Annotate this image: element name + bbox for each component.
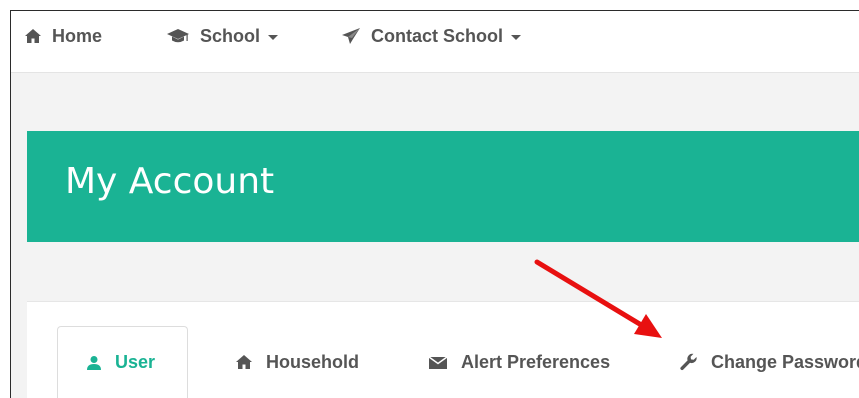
nav-contact-school-dropdown[interactable]: Contact School (341, 11, 522, 61)
chevron-down-icon (511, 34, 522, 40)
page-header-banner: My Account (27, 131, 859, 242)
envelope-icon (428, 355, 448, 370)
paper-plane-icon (341, 27, 361, 45)
wrench-icon (680, 353, 698, 371)
tab-user[interactable]: User (57, 326, 188, 398)
tab-alerts-label: Alert Preferences (461, 351, 611, 372)
tab-password-label: Change Password (711, 351, 859, 372)
app-window: Home School Contact School My Account Us… (10, 10, 859, 398)
page-title: My Account (65, 161, 275, 202)
nav-home-label: Home (52, 25, 103, 46)
top-navbar: Home School Contact School (11, 11, 859, 73)
tab-alert-preferences[interactable]: Alert Preferences (400, 326, 610, 398)
chevron-down-icon (268, 34, 279, 40)
tab-user-label: User (115, 352, 156, 372)
nav-contact-label: Contact School (371, 25, 504, 46)
tab-change-password[interactable]: Change Password (652, 326, 859, 398)
nav-home-link[interactable]: Home (24, 11, 102, 61)
home-icon (235, 354, 253, 370)
tab-household[interactable]: Household (207, 326, 359, 398)
nav-school-dropdown[interactable]: School (166, 11, 279, 61)
account-tabs-panel: User Household Alert Preferences Change … (27, 301, 859, 398)
graduation-cap-icon (166, 28, 190, 44)
tab-household-label: Household (266, 351, 359, 372)
home-icon (24, 28, 42, 44)
user-icon (86, 355, 102, 371)
nav-school-label: School (200, 25, 261, 46)
